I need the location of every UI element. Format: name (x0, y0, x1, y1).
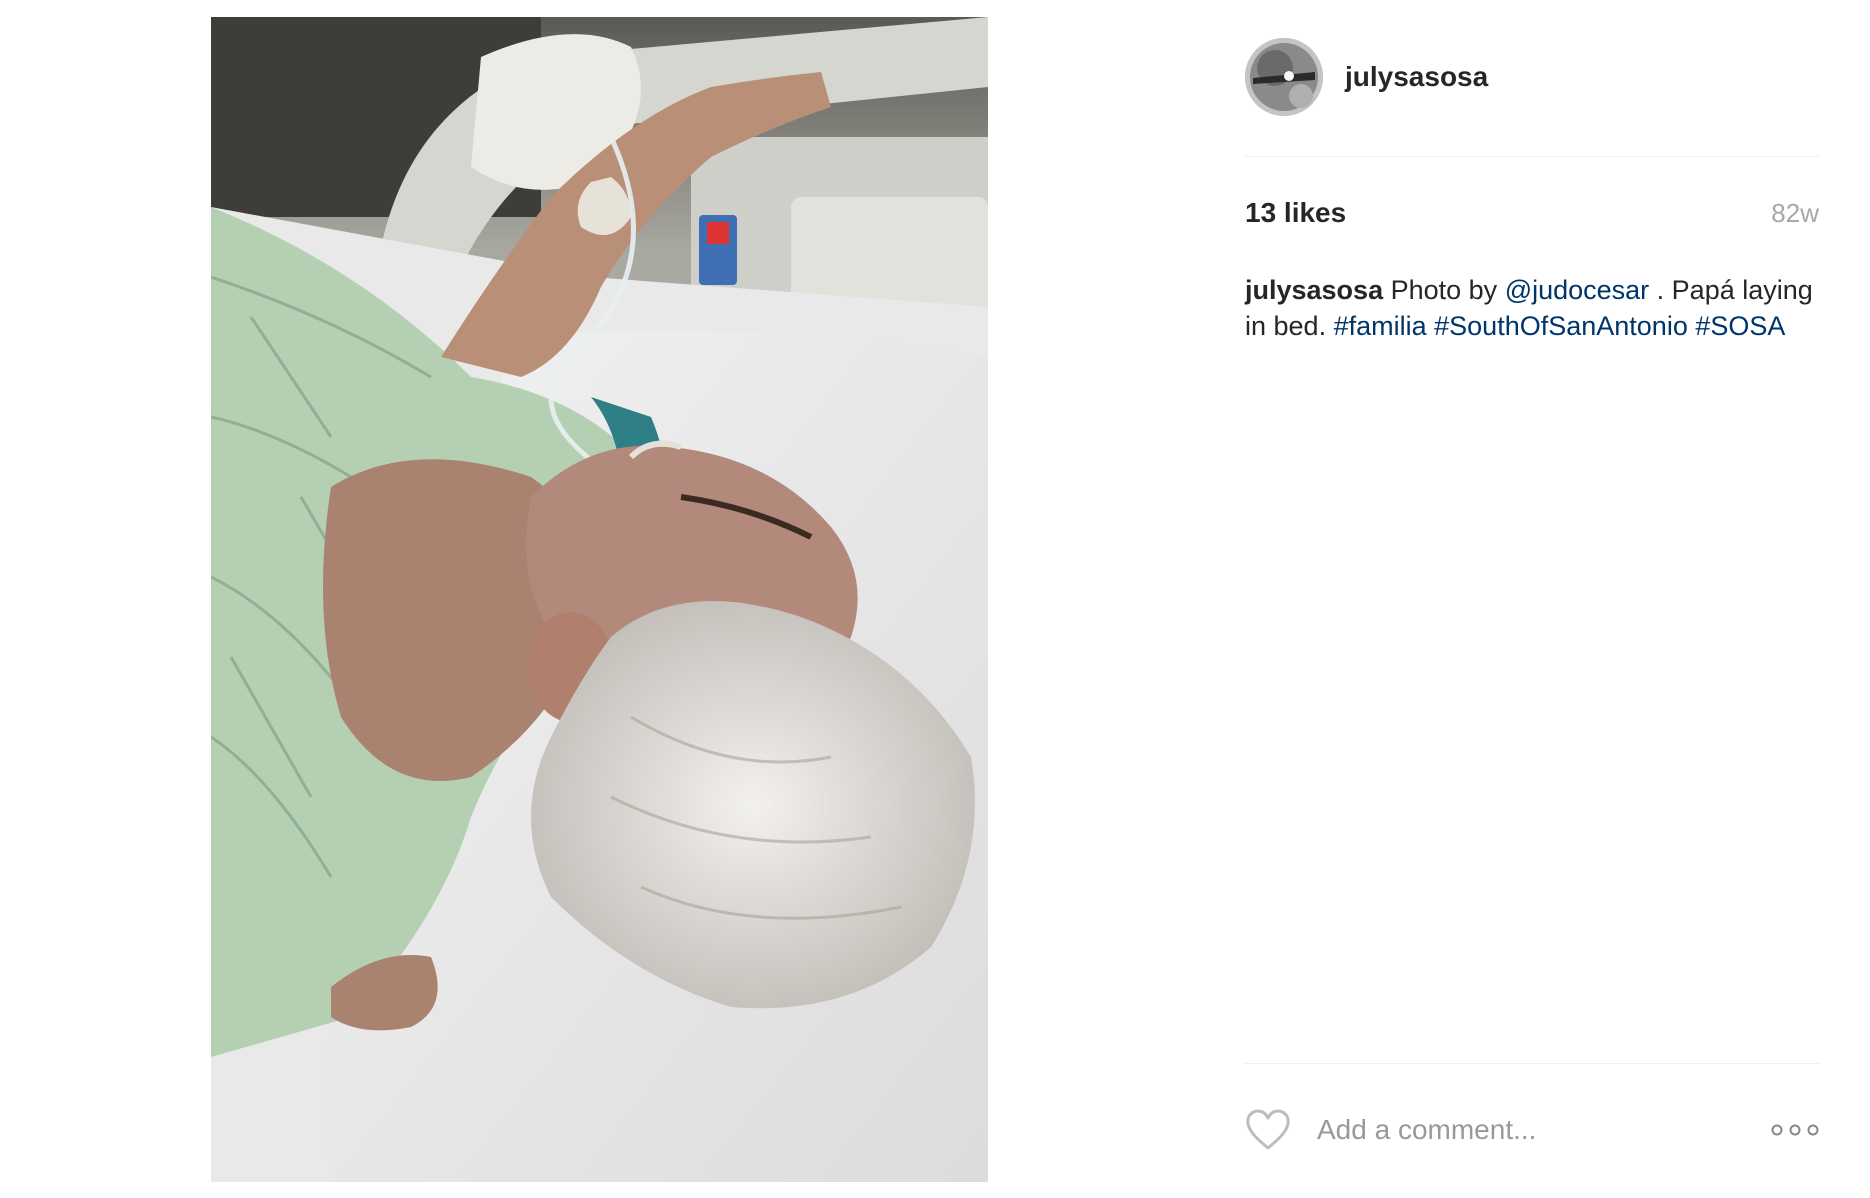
avatar-image (1245, 38, 1323, 116)
comment-bar (1245, 1105, 1819, 1155)
comment-divider (1245, 1063, 1819, 1064)
post-photo-image (211, 17, 988, 1182)
post-timestamp[interactable]: 82w (1771, 198, 1819, 229)
post-username[interactable]: julysasosa (1345, 61, 1488, 93)
post-header: julysasosa (1245, 38, 1819, 116)
likes-count[interactable]: 13 likes (1245, 197, 1346, 229)
comment-input[interactable] (1317, 1114, 1737, 1146)
post-photo[interactable] (211, 17, 988, 1182)
caption-text: Photo by (1383, 275, 1505, 305)
caption-hashtag[interactable]: #SOSA (1695, 311, 1785, 341)
more-options-icon[interactable] (1771, 1123, 1819, 1137)
post-meta: 13 likes 82w (1245, 197, 1819, 229)
caption-username[interactable]: julysasosa (1245, 275, 1383, 305)
post-sidebar: julysasosa 13 likes 82w julysasosa Photo… (1245, 0, 1819, 1198)
caption-hashtag[interactable]: #familia (1334, 311, 1427, 341)
caption-hashtag[interactable]: #SouthOfSanAntonio (1434, 311, 1688, 341)
post-caption: julysasosa Photo by @judocesar . Papá la… (1245, 272, 1819, 344)
header-divider (1245, 156, 1819, 157)
caption-mention[interactable]: @judocesar (1505, 275, 1649, 305)
heart-outline-icon[interactable] (1245, 1109, 1291, 1151)
avatar[interactable] (1245, 38, 1323, 116)
